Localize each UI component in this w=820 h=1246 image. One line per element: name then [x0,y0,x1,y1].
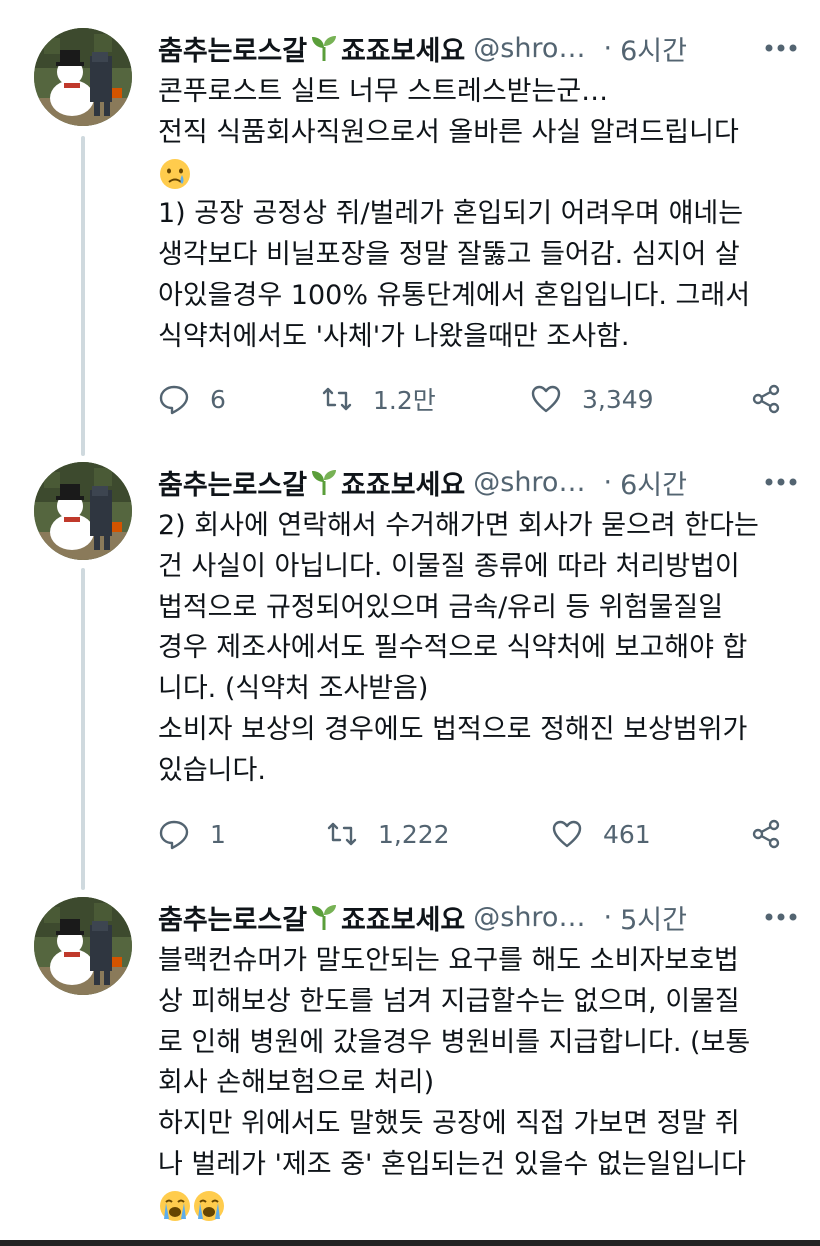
timestamp[interactable]: 6시간 [620,29,687,68]
display-name[interactable]: 춤추는로스갈 [158,29,307,68]
tweet-text: 콘푸로스트 실트 너무 스트레스받는군… 전직 식품회사직원으로서 올바른 사실… [158,72,798,358]
tweet-text-line: 블랙컨슈머가 말도안되는 요구를 해도 소비자보호법 [158,945,739,976]
avatar[interactable] [34,28,132,126]
reply-button[interactable]: 6 [158,379,226,419]
display-name[interactable]: 춤추는로스갈 [158,898,307,937]
retweet-icon [327,822,357,846]
tweet-text-line: 생각보다 비닐포장을 정말 잘뚫고 들어감. 심지어 살 [158,239,740,271]
tweet-text-line: 경우 제조사에서도 필수적으로 식약처에 보고해야 합 [158,632,748,664]
tweet-text-line [158,1186,798,1227]
retweet-count: 1.2만 [373,386,436,415]
crying-face-emoji [158,157,192,191]
tweet-text-line: 있습니다. [158,754,266,786]
thread-connector-line [81,568,85,890]
reply-icon [159,820,189,850]
tweet-text-line: 식약처에서도 '사체'가 나왔을때만 조사함. [158,320,630,352]
retweet-button[interactable]: 1,222 [326,814,450,854]
timestamp[interactable]: 5시간 [620,898,687,937]
tweet-text-line: 소비자 보상의 경우에도 법적으로 정해진 보상범위가 [158,713,748,745]
retweet-count: 1,222 [378,819,450,849]
tweet-actions: 1 1,222 461 [158,814,798,854]
tweet-text-line: 로 인해 병원에 갔을경우 병원비를 지급합니다. (보통 [158,1026,751,1058]
tweet-text-line: 1) 공장 공정상 쥐/벌레가 혼입되기 어려우며 얘네는 [158,198,744,230]
tweet-text-line: 나 벌레가 '제조 중' 혼입되는건 있을수 없는일입니다 [158,1148,746,1180]
tweet-text-line: 법적으로 규정되어있으며 금속/유리 등 위험물질일 [158,591,724,623]
tweet-text: 블랙컨슈머가 말도안되는 요구를 해도 소비자보호법 상 피해보상 한도를 넘겨… [158,941,798,1227]
separator-dot: · [603,32,613,64]
tweet-header: 춤추는로스갈 죠죠보세요 @shro… · 6시간 [158,28,798,68]
sprout-icon [309,33,339,63]
heart-icon [531,385,561,413]
user-handle[interactable]: @shro… [473,467,585,498]
heart-icon [552,820,582,848]
tweet-header: 춤추는로스갈 죠죠보세요 @shro… · 6시간 [158,462,798,502]
like-count: 3,349 [582,384,654,414]
share-icon [752,384,780,414]
tweet-actions: 6 1.2만 3,349 [158,379,798,419]
reply-icon [159,385,189,415]
retweet-icon [322,387,352,411]
tweet-text-line: 아있을경우 100% 유통단계에서 혼입입니다. 그래서 [158,279,751,311]
tweet-header: 춤추는로스갈 죠죠보세요 @shro… · 5시간 [158,897,798,937]
tweet-text: 2) 회사에 연락해서 수거해가면 회사가 묻으려 한다는 건 사실이 아닙니다… [158,506,798,792]
reply-count: 1 [210,819,226,849]
like-button[interactable]: 3,349 [530,379,654,419]
loudly-crying-face-emoji [192,1189,226,1223]
sprout-icon [309,902,339,932]
separator-dot: · [603,901,613,933]
share-icon [752,819,780,849]
display-name-suffix[interactable]: 죠죠보세요 [341,898,465,937]
thread-connector-line [81,136,85,456]
more-options-icon[interactable] [764,462,798,502]
display-name-suffix[interactable]: 죠죠보세요 [341,463,465,502]
more-options-icon[interactable] [764,28,798,68]
user-handle[interactable]: @shro… [473,902,585,933]
share-button[interactable] [750,814,782,854]
tweet-text-line: 상 피해보상 한도를 넘겨 지급할수는 없으며, 이물질 [158,985,740,1017]
tweet-text-line: 2) 회사에 연락해서 수거해가면 회사가 묻으려 한다는 [158,510,759,541]
tweet-text-line [158,154,798,195]
display-name-suffix[interactable]: 죠죠보세요 [341,29,465,68]
separator-dot: · [603,466,613,498]
tweet-text-line: 니다. (식약처 조사받음) [158,673,429,705]
tweet-text-line: 회사 손해보험으로 처리) [158,1067,435,1099]
display-name[interactable]: 춤추는로스갈 [158,463,307,502]
loudly-crying-face-emoji [158,1189,192,1223]
sprout-icon [309,467,339,497]
reply-button[interactable]: 1 [158,814,226,854]
like-count: 461 [603,819,651,849]
tweet-text-line: 콘푸로스트 실트 너무 스트레스받는군… [158,76,609,107]
avatar[interactable] [34,462,132,560]
avatar[interactable] [34,897,132,995]
user-handle[interactable]: @shro… [473,33,585,64]
like-button[interactable]: 461 [551,814,651,854]
tweet-text-line: 건 사실이 아닙니다. 이물질 종류에 따라 처리방법이 [158,550,740,582]
tweet-text-line: 하지만 위에서도 말했듯 공장에 직접 가보면 정말 쥐 [158,1108,740,1140]
tweet-text-line: 전직 식품회사직원으로서 올바른 사실 알려드립니다 [158,116,739,148]
retweet-button[interactable]: 1.2만 [321,379,436,419]
reply-count: 6 [210,384,226,414]
timestamp[interactable]: 6시간 [620,463,687,502]
bottom-divider [0,1240,820,1246]
more-options-icon[interactable] [764,897,798,937]
share-button[interactable] [750,379,782,419]
